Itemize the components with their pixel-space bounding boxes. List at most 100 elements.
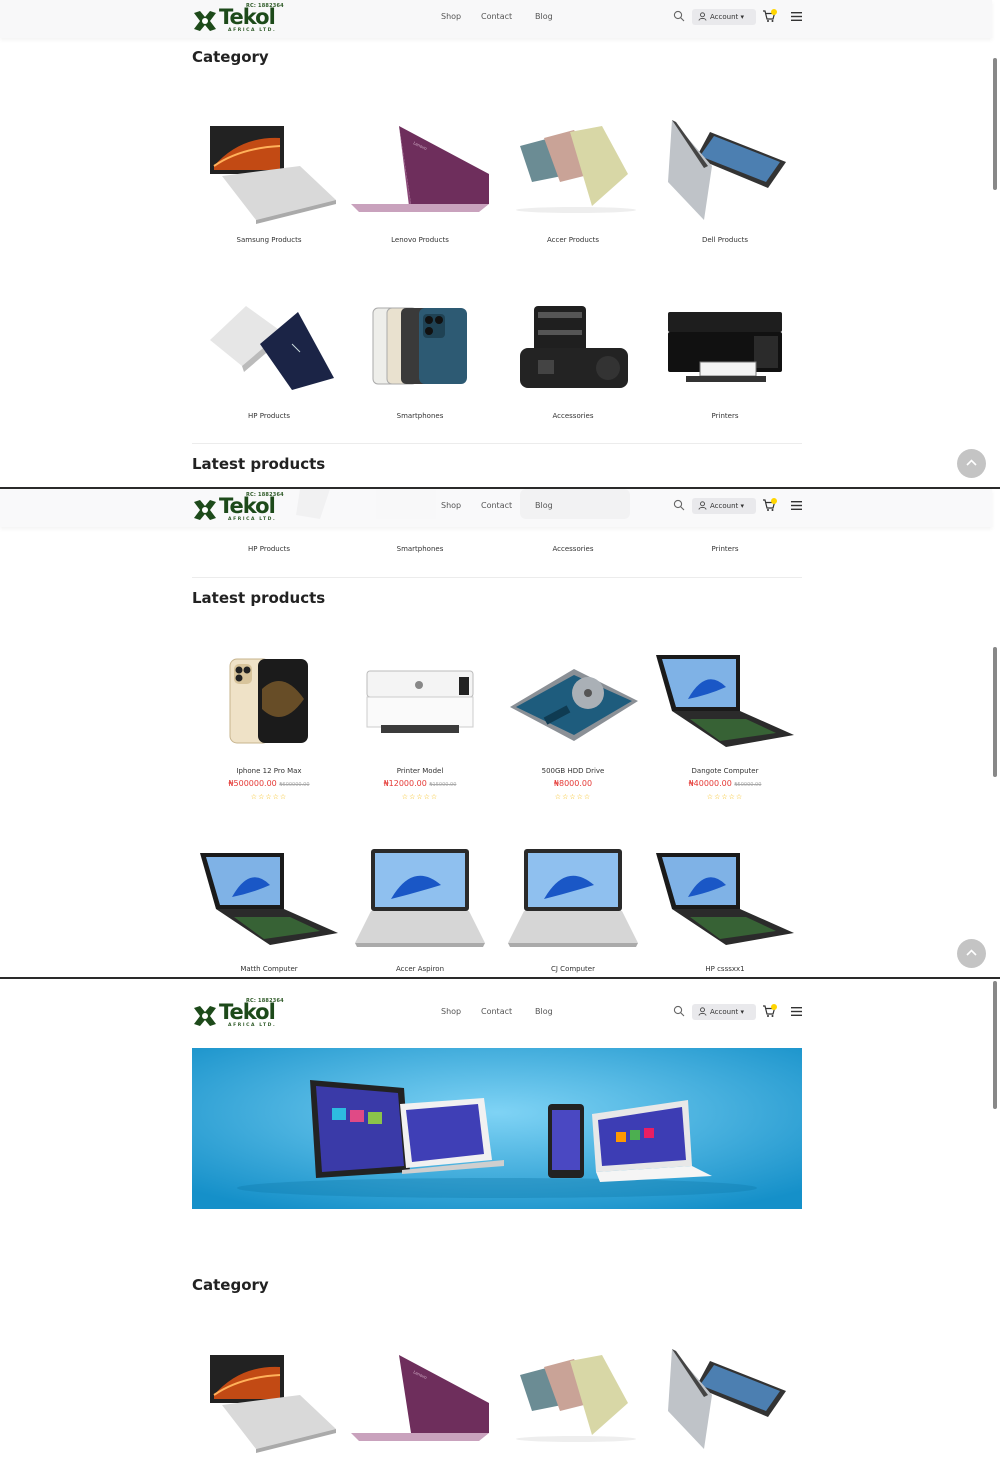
- product-image: [510, 669, 638, 741]
- product-price-row: ₦12000.00 ₦15000.00: [351, 779, 489, 788]
- nav-contact[interactable]: Contact: [481, 1007, 512, 1016]
- category-image: [516, 1355, 636, 1442]
- category-card-dell[interactable]: Dell Products: [656, 116, 794, 246]
- category-label: HP Products: [248, 545, 290, 553]
- nav-blog[interactable]: Blog: [535, 1007, 553, 1016]
- category-card-accer[interactable]: [504, 1345, 642, 1465]
- category-card-samsung[interactable]: Samsung Products: [200, 116, 338, 246]
- product-name: CJ Computer: [551, 965, 595, 973]
- account-dropdown[interactable]: Account ▾: [692, 498, 756, 514]
- brand-logo[interactable]: RC: 1882364 Tekol AFRICA LTD.: [192, 998, 284, 1030]
- brand-name: Tekol: [219, 1000, 276, 1024]
- back-to-top-button[interactable]: [957, 449, 986, 478]
- category-card-printers[interactable]: Printers: [656, 545, 794, 557]
- search-icon[interactable]: [673, 499, 685, 511]
- category-label: Accessories: [552, 545, 594, 553]
- category-card-printers[interactable]: Printers: [656, 292, 794, 422]
- site-header: RC: 1882364 Tekol AFRICA LTD. Shop Conta…: [0, 995, 992, 1033]
- category-card-lenovo[interactable]: Lenovo Lenovo Products: [351, 116, 489, 246]
- chevron-up-icon: [966, 949, 977, 956]
- category-card-hp[interactable]: HP Products: [200, 545, 338, 557]
- product-card[interactable]: Dangote Computer ₦40000.00 ₦50000.00 ☆☆☆…: [656, 649, 794, 809]
- product-image: [200, 853, 338, 945]
- nav-blog[interactable]: Blog: [535, 12, 553, 21]
- screenshot-panel-2: RC: 1882364 Tekol AFRICA LTD. Shop Conta…: [0, 489, 1000, 977]
- category-label: HP Products: [248, 412, 290, 420]
- cart-button[interactable]: [762, 1003, 778, 1019]
- category-card-samsung[interactable]: [200, 1345, 338, 1465]
- brand-tagline: AFRICA LTD.: [228, 517, 277, 522]
- cart-button[interactable]: [762, 497, 778, 513]
- category-label: Printers: [711, 545, 739, 553]
- user-icon: [698, 501, 707, 510]
- section-divider: [192, 443, 802, 444]
- category-label: Printers: [711, 412, 739, 420]
- page-scrollbar[interactable]: [993, 981, 997, 1109]
- category-image: [516, 126, 636, 213]
- category-image: [668, 120, 786, 220]
- nav-shop[interactable]: Shop: [441, 12, 461, 21]
- nav-shop[interactable]: Shop: [441, 501, 461, 510]
- product-card[interactable]: Accer Aspiron: [351, 845, 489, 977]
- category-card-dell[interactable]: [656, 1345, 794, 1465]
- category-card-hp[interactable]: HP Products: [200, 292, 338, 422]
- product-name: Printer Model: [396, 767, 444, 775]
- brand-mark-icon: [194, 1006, 216, 1026]
- account-dropdown[interactable]: Account ▾: [692, 1004, 756, 1020]
- section-divider: [192, 577, 802, 578]
- nav-blog[interactable]: Blog: [535, 501, 553, 510]
- product-card[interactable]: CJ Computer: [504, 845, 642, 977]
- category-card-lenovo[interactable]: Lenovo: [351, 1345, 489, 1465]
- nav-contact[interactable]: Contact: [481, 12, 512, 21]
- latest-products-title: Latest products: [192, 455, 326, 473]
- account-label: Account ▾: [710, 502, 745, 510]
- nav-shop[interactable]: Shop: [441, 1007, 461, 1016]
- page-scrollbar[interactable]: [993, 58, 997, 190]
- category-card-accessories[interactable]: Accessories: [504, 545, 642, 557]
- back-to-top-button[interactable]: [957, 939, 986, 968]
- product-card[interactable]: Matth Computer: [200, 845, 338, 977]
- category-card-smartphones[interactable]: Smartphones: [351, 545, 489, 557]
- product-image: [656, 655, 794, 747]
- product-price: ₦8000.00: [553, 779, 593, 788]
- hamburger-icon[interactable]: [791, 12, 802, 21]
- product-price: ₦40000.00: [688, 779, 732, 788]
- screenshot-panel-3: RC: 1882364 Tekol AFRICA LTD. Shop Conta…: [0, 979, 1000, 1467]
- brand-logo[interactable]: RC: 1882364 Tekol AFRICA LTD.: [192, 3, 284, 35]
- product-price: ₦12000.00: [383, 779, 427, 788]
- star-rating: ☆☆☆☆☆: [250, 793, 288, 801]
- product-price: ₦500000.00: [228, 779, 277, 788]
- hamburger-icon[interactable]: [791, 1007, 802, 1016]
- product-name: 500GB HDD Drive: [541, 767, 605, 775]
- category-card-smartphones[interactable]: Smartphones: [351, 292, 489, 422]
- brand-name: Tekol: [219, 5, 276, 29]
- cart-button[interactable]: [762, 8, 778, 24]
- product-name: Accer Aspiron: [395, 965, 445, 973]
- category-label: Smartphones: [396, 412, 444, 420]
- brand-tagline: AFRICA LTD.: [228, 1023, 277, 1028]
- category-image: Lenovo: [351, 126, 489, 212]
- product-price-row: ₦500000.00 ₦600000.00: [200, 779, 338, 788]
- category-card-accer[interactable]: Accer Products: [504, 116, 642, 246]
- account-label: Account ▾: [710, 13, 745, 21]
- brand-tagline: AFRICA LTD.: [228, 28, 277, 33]
- product-card[interactable]: Iphone 12 Pro Max ₦500000.00 ₦600000.00 …: [200, 649, 338, 809]
- search-icon[interactable]: [673, 10, 685, 22]
- hero-banner[interactable]: [192, 1048, 802, 1209]
- product-name: HP csssxx1: [705, 965, 745, 973]
- category-card-accessories[interactable]: Accessories: [504, 292, 642, 422]
- site-header: RC: 1882364 Tekol AFRICA LTD. Shop Conta…: [0, 489, 992, 527]
- page-scrollbar[interactable]: [993, 647, 997, 777]
- product-card[interactable]: HP csssxx1: [656, 845, 794, 977]
- search-icon[interactable]: [673, 1005, 685, 1017]
- brand-logo[interactable]: RC: 1882364 Tekol AFRICA LTD.: [192, 492, 284, 524]
- account-label: Account ▾: [710, 1008, 745, 1016]
- category-label: Smartphones: [396, 545, 444, 553]
- nav-contact[interactable]: Contact: [481, 501, 512, 510]
- user-icon: [698, 1007, 707, 1016]
- hamburger-icon[interactable]: [791, 501, 802, 510]
- product-card[interactable]: Printer Model ₦12000.00 ₦15000.00 ☆☆☆☆☆: [351, 649, 489, 809]
- category-image: [210, 1355, 336, 1453]
- account-dropdown[interactable]: Account ▾: [692, 9, 756, 25]
- product-card[interactable]: 500GB HDD Drive ₦8000.00 ☆☆☆☆☆: [504, 649, 642, 809]
